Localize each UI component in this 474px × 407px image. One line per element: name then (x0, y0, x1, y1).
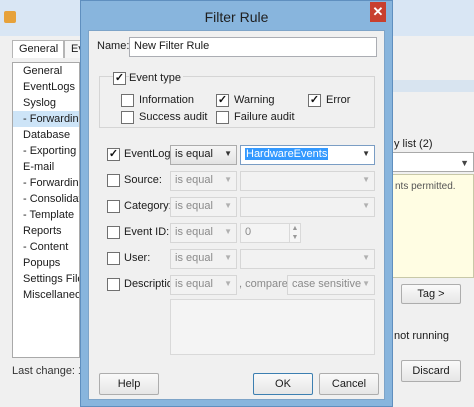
description-textarea[interactable] (170, 299, 375, 355)
user-value-select[interactable]: ▼ (240, 249, 375, 269)
tree-item[interactable]: Popups (13, 255, 79, 271)
cancel-button[interactable]: Cancel (319, 373, 379, 395)
event-id-operator-select[interactable]: is equal ▼ (170, 223, 237, 243)
tree-item[interactable]: E-mail (13, 159, 79, 175)
warning-label: Warning (234, 94, 275, 106)
category-checkbox[interactable] (107, 200, 120, 213)
event-id-checkbox[interactable] (107, 226, 120, 239)
user-checkbox[interactable] (107, 252, 120, 265)
name-input[interactable]: New Filter Rule (129, 37, 377, 57)
compare-value: case sensitive (292, 278, 362, 290)
close-icon[interactable]: ✕ (370, 2, 386, 22)
information-checkbox[interactable] (121, 94, 134, 107)
success-audit-label: Success audit (139, 111, 208, 123)
chevron-down-icon: ▼ (224, 149, 232, 158)
chevron-down-icon: ▼ (362, 279, 370, 288)
description-checkbox[interactable] (107, 278, 120, 291)
source-operator-select[interactable]: is equal ▼ (170, 171, 237, 191)
eventlog-checkbox[interactable] (107, 148, 120, 161)
category-operator-select[interactable]: is equal ▼ (170, 197, 237, 217)
event-id-spinner[interactable]: ▲ ▼ (289, 223, 301, 243)
chevron-down-icon: ▼ (362, 149, 370, 158)
failure-audit-checkbox[interactable] (216, 111, 229, 124)
tree-item[interactable]: - Template (13, 207, 79, 223)
tree-item[interactable]: EventLogs (13, 79, 79, 95)
event-type-label: Event type (129, 72, 183, 84)
settings-tree: General EventLogs Syslog - Forwarding Databa… (12, 62, 80, 358)
description-operator-value: is equal (175, 278, 213, 290)
chevron-down-icon: ▼ (224, 253, 232, 262)
ok-button[interactable]: OK (253, 373, 313, 395)
eventlog-label: EventLog: (124, 148, 174, 160)
category-value-select[interactable]: ▼ (240, 197, 375, 217)
event-type-checkbox[interactable] (113, 72, 126, 85)
chevron-down-icon: ▼ (224, 201, 232, 210)
tree-item[interactable]: - Exporting (13, 143, 79, 159)
chevron-down-icon: ▼ (224, 279, 232, 288)
chevron-down-icon: ▼ (362, 253, 370, 262)
category-label: Category: (124, 200, 172, 212)
tree-item[interactable]: - Forwarding (13, 175, 79, 191)
success-audit-checkbox[interactable] (121, 111, 134, 124)
eventlog-value-select[interactable]: HardwareEvents ▼ (240, 145, 375, 165)
tree-item[interactable]: Syslog (13, 95, 79, 111)
permitted-info-box: nts permitted. (392, 174, 474, 278)
compare-label: , compare: (239, 278, 291, 290)
description-operator-select[interactable]: is equal ▼ (170, 275, 237, 295)
category-operator-value: is equal (175, 200, 213, 212)
source-checkbox[interactable] (107, 174, 120, 187)
source-value-select[interactable]: ▼ (240, 171, 375, 191)
source-operator-value: is equal (175, 174, 213, 186)
error-checkbox[interactable] (308, 94, 321, 107)
user-operator-select[interactable]: is equal ▼ (170, 249, 237, 269)
compare-select[interactable]: case sensitive ▼ (287, 275, 375, 295)
information-label: Information (139, 94, 195, 106)
chevron-down-icon: ▼ (224, 175, 232, 184)
eventlog-operator-select[interactable]: is equal ▼ (170, 145, 237, 165)
app-icon (4, 11, 16, 23)
chevron-down-icon: ▼ (224, 227, 232, 236)
tab-general[interactable]: General (12, 40, 64, 58)
event-id-label: Event ID: (124, 226, 170, 238)
error-label: Error (326, 94, 351, 106)
permitted-text: nts permitted. (395, 181, 456, 192)
chevron-down-icon: ▼ (362, 201, 370, 210)
list-combo[interactable]: ▼ (392, 152, 474, 172)
list-count-label: y list (2) (394, 138, 433, 150)
eventlog-value: HardwareEvents (245, 148, 329, 160)
dialog-title: Filter Rule (204, 9, 269, 25)
chevron-down-icon: ▼ (460, 158, 469, 168)
source-label: Source: (124, 174, 162, 186)
event-id-input[interactable]: 0 (240, 223, 290, 243)
eventlog-operator-value: is equal (175, 148, 213, 160)
name-label: Name: (97, 40, 130, 52)
failure-audit-label: Failure audit (234, 111, 295, 123)
tree-item[interactable]: General (13, 63, 79, 79)
user-label: User: (124, 252, 151, 264)
tree-item[interactable]: Miscellaneous (13, 287, 79, 303)
list-header (392, 80, 474, 92)
not-running-label: not running (394, 330, 450, 342)
tree-item[interactable]: - Forwarding (13, 111, 79, 127)
dialog-client: Name: New Filter Rule Event type Informa… (88, 30, 385, 400)
tree-item[interactable]: - Content (13, 239, 79, 255)
user-operator-value: is equal (175, 252, 213, 264)
filter-rule-dialog: Filter Rule ✕ Name: New Filter Rule Even… (80, 0, 393, 407)
help-button[interactable]: Help (99, 373, 159, 395)
chevron-down-icon: ▼ (362, 175, 370, 184)
discard-button[interactable]: Discard (401, 360, 461, 382)
warning-checkbox[interactable] (216, 94, 229, 107)
tree-item[interactable]: Settings File (13, 271, 79, 287)
tag-button[interactable]: Tag > (401, 284, 461, 304)
event-id-operator-value: is equal (175, 226, 213, 238)
tree-item[interactable]: - Consolidation (13, 191, 79, 207)
tree-item[interactable]: Reports (13, 223, 79, 239)
tree-item[interactable]: Database (13, 127, 79, 143)
